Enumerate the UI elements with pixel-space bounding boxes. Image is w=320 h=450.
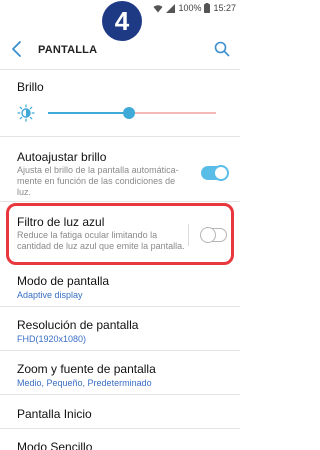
search-icon[interactable]	[214, 41, 230, 57]
screen-mode-value: Adaptive display	[17, 290, 83, 300]
zoom-font-value: Medio, Pequeño, Predeterminado	[17, 378, 152, 388]
step-number-badge: 4	[102, 1, 142, 41]
battery-percentage: 100%	[178, 3, 202, 13]
divider	[0, 428, 240, 429]
brightness-slider[interactable]	[48, 106, 216, 120]
signal-icon	[166, 3, 176, 13]
brightness-label: Brillo	[17, 80, 44, 94]
display-settings-screen: 100% 15:27 4 PANTALLA Brillo Autoajustar…	[0, 0, 240, 450]
clock: 15:27	[213, 3, 236, 13]
divider	[0, 201, 240, 202]
auto-brightness-description: Ajusta el brillo de la pantalla automáti…	[17, 165, 179, 197]
resolution-value: FHD(1920x1080)	[17, 334, 87, 344]
slider-fill	[48, 112, 129, 114]
auto-brightness-toggle[interactable]	[201, 165, 229, 181]
divider	[0, 306, 240, 307]
divider	[0, 394, 240, 395]
screen-mode-title[interactable]: Modo de pantalla	[17, 274, 109, 288]
easy-mode-title[interactable]: Modo Sencillo	[17, 440, 92, 450]
page-title: PANTALLA	[38, 44, 98, 56]
highlight-frame	[6, 203, 234, 265]
zoom-font-title[interactable]: Zoom y fuente de pantalla	[17, 362, 156, 376]
back-arrow-icon[interactable]	[10, 40, 24, 58]
home-screen-title[interactable]: Pantalla Inicio	[17, 407, 92, 421]
battery-icon	[204, 3, 211, 13]
resolution-title[interactable]: Resolución de pantalla	[17, 318, 138, 332]
status-icons: 100% 15:27	[153, 2, 236, 14]
slider-thumb[interactable]	[122, 107, 135, 119]
auto-brightness-title: Autoajustar brillo	[17, 150, 107, 164]
divider	[0, 136, 240, 137]
brightness-sun-icon	[17, 104, 35, 122]
divider	[0, 350, 240, 351]
divider	[0, 69, 240, 70]
toggle-knob	[213, 165, 229, 181]
wifi-icon	[153, 4, 163, 12]
